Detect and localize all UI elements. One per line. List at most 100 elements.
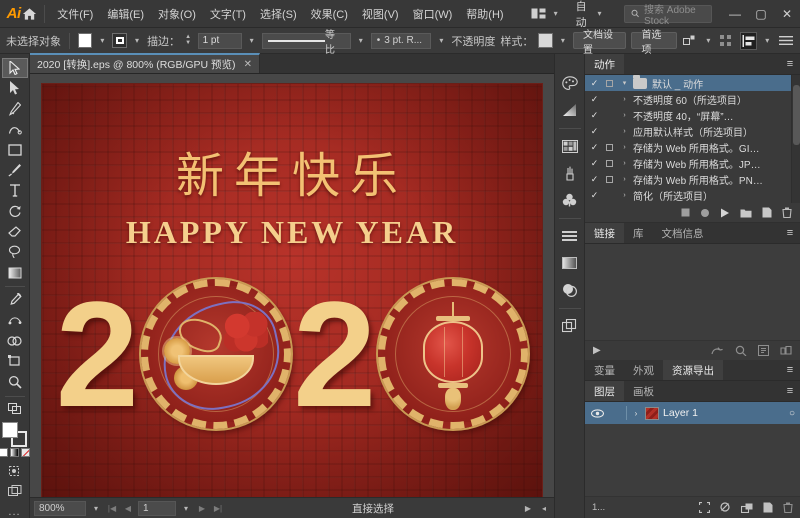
chevron-down-icon[interactable]: ▾ [762, 33, 772, 48]
chevron-down-icon[interactable]: ▾ [356, 33, 366, 48]
panel-menu-icon[interactable]: ≡ [780, 223, 800, 243]
artboard-number-field[interactable]: 1 [138, 501, 176, 516]
create-new-layer-icon[interactable] [763, 502, 773, 513]
delete-selection-icon[interactable] [783, 502, 793, 513]
play-current-selection-icon[interactable] [720, 208, 730, 218]
panel-menu-icon[interactable]: ≡ [780, 54, 800, 74]
align-icon[interactable] [740, 32, 757, 50]
locate-object-icon[interactable] [699, 502, 710, 513]
zoom-tool[interactable] [2, 372, 28, 391]
close-icon[interactable]: ✕ [244, 59, 252, 70]
actions-row-save-web-png[interactable]: ✓ › 存储为 Web 所用格式。PN… [585, 171, 800, 187]
menu-help[interactable]: 帮助(H) [459, 2, 510, 26]
create-new-set-icon[interactable] [740, 208, 752, 218]
stroke-profile-dropdown[interactable]: 等比 [262, 33, 351, 49]
none-button[interactable] [21, 448, 30, 457]
chevron-right-icon[interactable]: › [618, 96, 631, 103]
links-list[interactable] [585, 244, 800, 340]
menu-view[interactable]: 视图(V) [355, 2, 406, 26]
actions-row-opacity-40[interactable]: ✓ › 不透明度 40，“屏幕”… [585, 107, 800, 123]
toggle-dialog-icon[interactable] [603, 144, 616, 151]
tab-asset-export[interactable]: 资源导出 [663, 360, 723, 380]
swatches-panel-icon[interactable] [557, 133, 583, 159]
lasso-tool[interactable] [2, 242, 28, 261]
minimize-button[interactable]: — [722, 1, 748, 27]
toggle-item-on-off-icon[interactable]: ✓ [588, 94, 601, 105]
shape-builder-tool[interactable] [2, 331, 28, 350]
gradient-tool[interactable] [2, 263, 28, 282]
tab-libraries[interactable]: 库 [624, 223, 653, 243]
last-page-icon[interactable]: ▶| [212, 504, 224, 513]
actions-row-save-web-jpg[interactable]: ✓ › 存储为 Web 所用格式。JP… [585, 155, 800, 171]
toggle-item-on-off-icon[interactable]: ✓ [588, 142, 601, 153]
toggle-item-on-off-icon[interactable]: ✓ [588, 190, 601, 201]
tab-variables[interactable]: 变量 [585, 360, 624, 380]
color-button[interactable] [0, 448, 8, 457]
chevron-down-icon[interactable]: ▾ [703, 33, 713, 48]
pen-tool[interactable] [2, 99, 28, 118]
maximize-button[interactable]: ▢ [748, 1, 774, 27]
panel-menu-icon[interactable]: ≡ [780, 381, 800, 401]
change-screen-mode-icon[interactable] [2, 400, 28, 419]
layers-list[interactable] [585, 424, 800, 496]
fill-swatch[interactable] [2, 422, 18, 438]
menu-edit[interactable]: 编辑(E) [100, 2, 151, 26]
scrollbar-thumb[interactable] [793, 85, 800, 145]
more-options-icon[interactable] [777, 32, 794, 50]
chevron-right-icon[interactable]: › [618, 160, 631, 167]
document-tab[interactable]: 2020 [转换].eps @ 800% (RGB/GPU 预览) ✕ [30, 53, 260, 73]
expand-arrow-icon[interactable]: ▶ [593, 345, 601, 356]
menu-type[interactable]: 文字(T) [203, 2, 253, 26]
chevron-down-icon[interactable]: ▾ [132, 33, 142, 48]
document-setup-button[interactable]: 文档设置 [573, 32, 627, 49]
tab-links[interactable]: 链接 [585, 223, 624, 243]
eyedropper-tool[interactable] [2, 290, 28, 309]
toggle-item-on-off-icon[interactable]: ✓ [588, 174, 601, 185]
eye-icon[interactable] [590, 409, 604, 418]
update-link-icon[interactable] [758, 345, 769, 356]
create-new-action-icon[interactable] [762, 207, 772, 218]
layers-row-layer-1[interactable]: › Layer 1 ○ [585, 402, 800, 424]
search-input[interactable]: 搜索 Adobe Stock [624, 5, 712, 23]
go-to-link-icon[interactable] [735, 345, 747, 356]
chevron-down-icon[interactable]: ▾ [180, 501, 192, 516]
delete-selection-icon[interactable] [782, 207, 792, 218]
arrange-documents-button[interactable]: ▾ [525, 3, 568, 24]
brushes-panel-icon[interactable] [557, 160, 583, 186]
distribute-icon[interactable] [718, 32, 735, 50]
chevron-right-icon[interactable]: › [618, 176, 631, 183]
actions-row-simplify[interactable]: ✓ › 简化（所选项目） [585, 187, 800, 203]
artboard-tool[interactable] [2, 352, 28, 371]
panel-menu-icon[interactable]: ≡ [780, 360, 800, 380]
menu-object[interactable]: 对象(O) [151, 2, 203, 26]
brush-definition-dropdown[interactable]: • 3 pt. R... [371, 33, 432, 49]
toggle-item-on-off-icon[interactable]: ✓ [588, 78, 601, 89]
close-button[interactable]: ✕ [774, 1, 800, 27]
rectangle-tool[interactable] [2, 140, 28, 159]
fill-and-stroke-control[interactable] [2, 422, 28, 445]
chevron-down-icon[interactable]: ▾ [436, 33, 446, 48]
chevron-right-icon[interactable]: › [618, 144, 631, 151]
chevron-down-icon[interactable]: ▾ [558, 33, 568, 48]
gradient-button[interactable] [10, 448, 19, 457]
artboard[interactable]: 新年快乐 HAPPY NEW YEAR 2 [42, 84, 542, 497]
transform-icon[interactable] [682, 32, 699, 50]
relink-icon[interactable] [711, 346, 724, 356]
selection-tool[interactable] [2, 58, 28, 78]
toggle-item-on-off-icon[interactable]: ✓ [588, 158, 601, 169]
chevron-down-icon[interactable]: ▾ [90, 501, 102, 516]
chevron-right-icon[interactable]: › [631, 409, 641, 418]
tab-actions[interactable]: 动作 [585, 54, 624, 74]
blend-tool[interactable] [2, 311, 28, 330]
first-page-icon[interactable]: |◀ [106, 504, 118, 513]
begin-recording-icon[interactable] [700, 208, 710, 218]
draw-normal-icon[interactable] [2, 461, 28, 480]
fill-color-swatch[interactable] [78, 33, 93, 48]
next-page-icon[interactable]: ▶ [196, 504, 208, 513]
target-indicator-icon[interactable]: ○ [789, 408, 795, 419]
create-new-sublayer-icon[interactable] [741, 503, 753, 513]
chevron-down-icon[interactable]: ▾ [97, 33, 107, 48]
toggle-dialog-icon[interactable] [603, 80, 616, 87]
actions-row-save-web-gif[interactable]: ✓ › 存储为 Web 所用格式。GI… [585, 139, 800, 155]
tab-document-info[interactable]: 文档信息 [653, 223, 713, 243]
